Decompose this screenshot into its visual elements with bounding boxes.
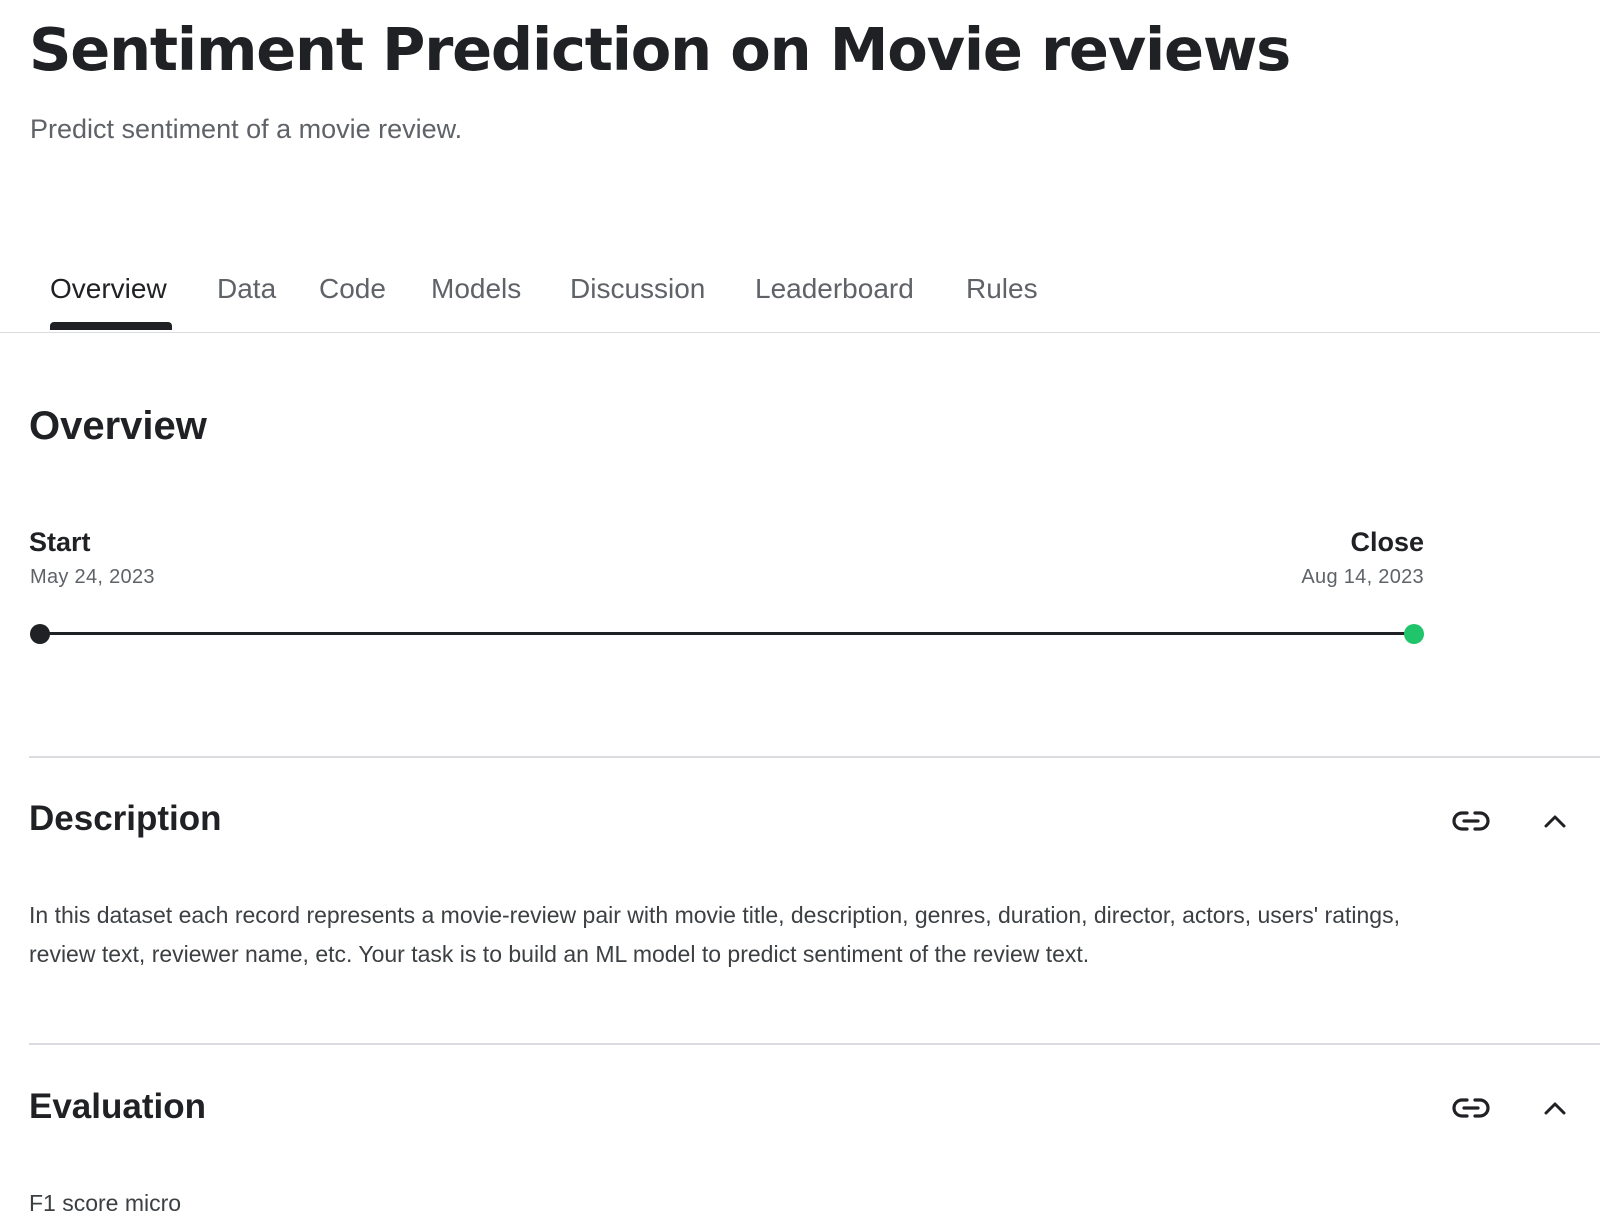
page-title: Sentiment Prediction on Movie reviews [29,15,1291,84]
section-divider [29,1043,1600,1045]
timeline-start-date: May 24, 2023 [30,566,155,588]
description-link-button[interactable] [1447,797,1495,845]
evaluation-collapse-button[interactable] [1531,1084,1579,1132]
evaluation-heading: Evaluation [29,1087,206,1126]
tab-discussion[interactable]: Discussion [570,272,705,306]
tab-leaderboard[interactable]: Leaderboard [755,272,914,306]
timeline-close-dot [1404,624,1424,644]
section-divider [29,756,1600,758]
description-text: In this dataset each record represents a… [29,902,1400,967]
page-subtitle: Predict sentiment of a movie review. [30,114,463,144]
timeline-close-label: Close [1350,527,1424,557]
timeline-start-dot [30,624,50,644]
timeline-track [40,632,1414,635]
chevron-up-icon [1544,815,1566,828]
chevron-up-icon [1544,1102,1566,1115]
tab-bar: Overview Data Code Models Discussion Lea… [0,262,1600,333]
active-tab-indicator [50,322,172,330]
tab-data[interactable]: Data [217,272,276,306]
tab-rules[interactable]: Rules [966,272,1038,306]
description-collapse-button[interactable] [1531,797,1579,845]
tab-models[interactable]: Models [431,272,521,306]
evaluation-text: F1 score micro [29,1190,182,1216]
evaluation-link-button[interactable] [1447,1084,1495,1132]
link-icon [1452,1098,1490,1118]
link-icon [1452,811,1490,831]
overview-heading: Overview [29,404,207,448]
timeline-start-label: Start [29,527,91,557]
description-heading: Description [29,799,222,838]
tab-overview[interactable]: Overview [50,272,167,306]
timeline-close-date: Aug 14, 2023 [1301,566,1424,588]
tab-code[interactable]: Code [319,272,386,306]
